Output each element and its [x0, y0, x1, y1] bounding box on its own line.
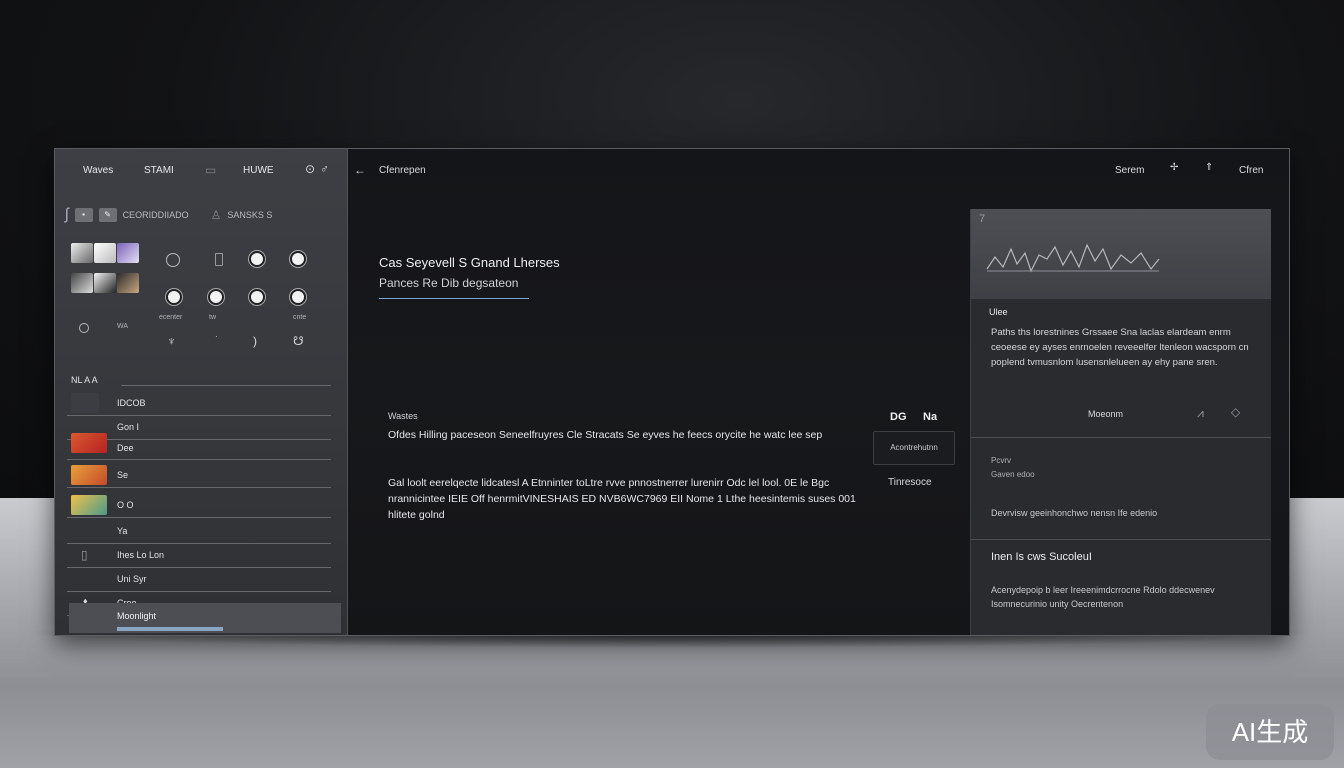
top-link-1[interactable]: Serem	[1115, 165, 1144, 176]
list-item[interactable]: IDCOB	[67, 391, 331, 416]
mid-label: Moeonm	[1088, 409, 1124, 419]
top-bar: ← Cfenrepen Serem ✢ ⇑ Cfren	[348, 149, 1288, 193]
thumbnail[interactable]	[117, 243, 139, 263]
tag-1[interactable]: ▪	[74, 208, 93, 222]
top-link-2[interactable]: Cfren	[1239, 165, 1263, 176]
section1-label: CEORIDDIIADO	[122, 210, 189, 220]
menu-icon[interactable]: ♂	[320, 163, 329, 175]
section-label: Wastes	[388, 411, 418, 421]
panel-body-2: Acenydepoip b leer Ireeenimdcrrocne Rdol…	[991, 585, 1215, 609]
bird-icon[interactable]: ⩘	[1197, 407, 1204, 419]
bracket-icon[interactable]: )	[253, 335, 257, 347]
detail-panel: 7 Ulee Paths ths lorestnines Grssaee Sna…	[970, 209, 1271, 635]
column-header-na: Na	[923, 411, 938, 423]
app-window: Waves STAMI ▭ HUWE ⊙ ♂ ʃ ▪ ✎ CEORIDDIIAD…	[54, 148, 1290, 636]
doc-icon: ▯	[81, 548, 88, 562]
grid-icon[interactable]: ▭	[205, 164, 216, 176]
divider	[971, 437, 1271, 438]
sidebar-section-header: ʃ ▪ ✎ CEORIDDIIADO ♙ SANSKS S	[65, 207, 272, 223]
progress-bar	[117, 627, 223, 631]
record-icon[interactable]	[208, 289, 224, 305]
list-item[interactable]: Dee	[67, 429, 331, 460]
list-header: NL A A	[71, 375, 98, 385]
tag-2[interactable]: ✎	[98, 208, 117, 222]
item-thumbnail	[71, 433, 107, 453]
radio-icon[interactable]	[79, 323, 89, 333]
record-icon[interactable]	[290, 251, 306, 267]
thumbnail[interactable]	[71, 243, 93, 263]
main-content: ← Cfenrepen Serem ✢ ⇑ Cfren Cas Seyevell…	[348, 149, 1288, 635]
list-item[interactable]: Se	[67, 463, 331, 488]
phone-icon[interactable]	[215, 253, 223, 266]
heading-underline	[379, 298, 529, 299]
thumbnail[interactable]	[71, 273, 93, 293]
brush-icon[interactable]: ʃ	[65, 207, 69, 223]
sidebar: Waves STAMI ▭ HUWE ⊙ ♂ ʃ ▪ ✎ CEORIDDIIAD…	[55, 149, 348, 635]
list-item[interactable]: O O	[67, 493, 331, 518]
item-thumbnail	[71, 495, 107, 515]
content-subheading: Pances Re Dib degsateon	[379, 276, 519, 290]
thumbnail[interactable]	[117, 273, 139, 293]
grid-label: tw	[209, 314, 216, 321]
link-icon[interactable]: ☋	[293, 335, 304, 347]
settings-icon[interactable]: ⊙	[305, 163, 315, 175]
tab-huwe[interactable]: HUWE	[243, 165, 274, 176]
list-item[interactable]: Uni Syr	[67, 567, 331, 592]
record-icon[interactable]	[249, 289, 265, 305]
column-header-dg: DG	[890, 411, 907, 423]
misc-label: WA	[117, 323, 129, 330]
divider	[121, 385, 331, 386]
thumbnail[interactable]	[94, 273, 116, 293]
record-icon[interactable]	[290, 289, 306, 305]
panel-body-1: Devrvisw geeinhonchwo nensn Ife edenio	[991, 508, 1158, 518]
circle-outline-icon[interactable]	[166, 253, 180, 267]
mic-icon[interactable]: ♆	[167, 335, 176, 347]
panel-description: Paths ths lorestnines Grssaee Sna laclas…	[991, 327, 1249, 368]
waveform-preview: 7	[971, 209, 1271, 299]
record-icon[interactable]	[249, 251, 265, 267]
record-icon[interactable]	[166, 289, 182, 305]
thumbnail[interactable]	[94, 243, 116, 263]
list-item[interactable]: Ya	[67, 519, 331, 544]
small-label-2: Gaven edoo	[991, 470, 1035, 479]
item-thumbnail	[71, 393, 99, 413]
tag-icon[interactable]: ◇	[1231, 406, 1240, 418]
panel-subheading: Inen Is cws SucoleuI	[991, 551, 1092, 563]
section1-right-label: SANSKS S	[227, 210, 273, 220]
grid-label: ecenter	[159, 314, 183, 321]
upload-icon[interactable]: ⇑	[1205, 163, 1213, 173]
selected-list-item[interactable]: Moonlight	[69, 603, 341, 633]
option-label: Tinresoce	[888, 477, 932, 488]
dot-icon[interactable]: ·	[215, 333, 218, 341]
panel-title: Ulee	[989, 307, 1008, 317]
sidebar-tabs: Waves STAMI ▭ HUWE ⊙ ♂	[55, 149, 347, 195]
waveform-icon	[986, 243, 1160, 273]
paragraph-2: Gal loolt eerelqecte lidcatesl A Etnnint…	[388, 477, 856, 521]
option-button[interactable]: Acontrehutnn	[873, 431, 955, 465]
tab-waves[interactable]: Waves	[83, 165, 113, 176]
selected-item-label: Moonlight	[117, 611, 157, 621]
paragraph-1: Ofdes Hilling paceseon Seneelfruyres Cle…	[388, 429, 823, 441]
small-label-1: Pcvrv	[991, 456, 1011, 465]
sparkle-icon[interactable]: ✢	[1170, 163, 1178, 173]
figure-icon[interactable]: ♙	[211, 209, 222, 221]
tab-stami[interactable]: STAMI	[144, 165, 174, 176]
content-heading: Cas Seyevell S Gnand Lherses	[379, 255, 560, 270]
grid-label: cnte	[293, 314, 307, 321]
back-arrow-icon[interactable]: ←	[354, 163, 366, 177]
divider	[971, 539, 1271, 540]
list-item[interactable]: ▯ Ihes Lo Lon	[67, 543, 331, 568]
item-thumbnail	[71, 465, 107, 485]
page-title: Cfenrepen	[379, 165, 426, 176]
watermark-badge: AI生成	[1206, 704, 1334, 760]
